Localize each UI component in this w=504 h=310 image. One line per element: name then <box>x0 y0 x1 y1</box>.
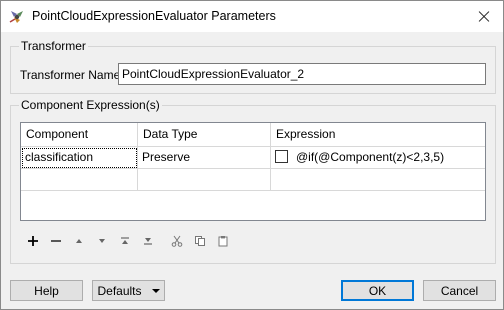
cell-data-type-empty[interactable] <box>138 169 271 191</box>
minus-icon[interactable] <box>46 231 66 251</box>
ok-button[interactable]: OK <box>341 280 414 301</box>
cell-expression[interactable]: @if(@Component(z)<2,3,5) <box>271 147 485 169</box>
cell-expression-empty[interactable] <box>271 169 485 191</box>
expressions-table: Component Data Type Expression classific… <box>20 122 486 221</box>
window-title: PointCloudExpressionEvaluator Parameters <box>32 9 276 23</box>
column-header-data-type[interactable]: Data Type <box>138 123 271 147</box>
cut-icon[interactable] <box>167 231 187 251</box>
chevron-down-icon <box>151 288 160 293</box>
copy-icon[interactable] <box>190 231 210 251</box>
cell-component[interactable]: classification <box>21 147 138 169</box>
fme-transformer-icon <box>8 8 26 26</box>
title-bar: PointCloudExpressionEvaluator Parameters <box>1 1 503 32</box>
transformer-name-label: Transformer Name: <box>20 68 124 82</box>
move-up-icon[interactable] <box>69 231 89 251</box>
paste-icon[interactable] <box>213 231 233 251</box>
expression-text: @if(@Component(z)<2,3,5) <box>296 150 445 164</box>
dialog-window: PointCloudExpressionEvaluator Parameters… <box>0 0 504 310</box>
help-button[interactable]: Help <box>10 280 83 301</box>
defaults-button[interactable]: Defaults <box>92 280 165 301</box>
cancel-button[interactable]: Cancel <box>423 280 496 301</box>
move-bottom-icon[interactable] <box>138 231 158 251</box>
defaults-button-label: Defaults <box>97 283 142 298</box>
column-header-expression[interactable]: Expression <box>271 123 485 147</box>
expression-checkbox[interactable] <box>275 150 288 163</box>
transformer-name-field[interactable]: PointCloudExpressionEvaluator_2 <box>118 63 486 85</box>
plus-icon[interactable] <box>23 231 43 251</box>
move-top-icon[interactable] <box>115 231 135 251</box>
transformer-group-title: Transformer <box>19 39 88 53</box>
expressions-group-title: Component Expression(s) <box>19 98 162 112</box>
close-icon[interactable] <box>463 1 503 32</box>
column-header-component[interactable]: Component <box>21 123 138 147</box>
cell-data-type[interactable]: Preserve <box>138 147 271 169</box>
move-down-icon[interactable] <box>92 231 112 251</box>
cell-component-empty[interactable] <box>21 169 138 191</box>
